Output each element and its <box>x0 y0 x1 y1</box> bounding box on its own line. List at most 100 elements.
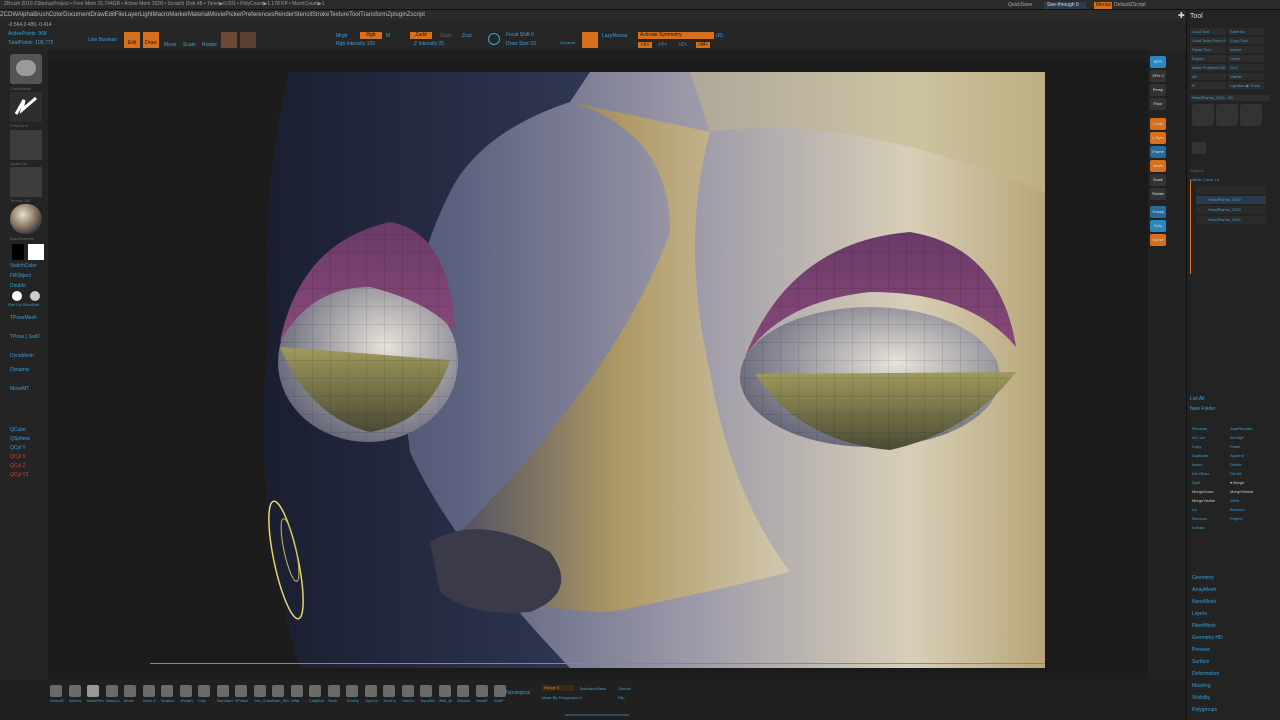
qsphere-button[interactable]: QSphere <box>10 436 30 442</box>
menu-picker[interactable]: Picker <box>225 12 242 18</box>
skin-shade-sphere-icon[interactable] <box>30 291 40 301</box>
menu-edit[interactable]: Edit <box>105 12 115 18</box>
brush-icon-13[interactable] <box>290 685 303 697</box>
tool-action-paste[interactable]: Paste <box>1228 443 1264 450</box>
tpose-mesh-button[interactable]: TPoseMesh <box>10 315 37 321</box>
brush-icon-12[interactable] <box>272 685 284 697</box>
tool-button-import[interactable]: Import <box>1228 46 1264 53</box>
subtool-scrollbar[interactable] <box>1190 180 1191 274</box>
draw-size-slider[interactable]: Draw Size 33 <box>506 41 536 47</box>
zadd-button[interactable]: Zadd <box>410 32 432 39</box>
switch-color-button[interactable]: SwitchColor <box>10 263 37 269</box>
menu-stroke[interactable]: Stroke <box>312 12 329 18</box>
secondary-color-swatch[interactable] <box>12 244 24 260</box>
tool-thumbnail-3[interactable] <box>1240 104 1262 126</box>
menu-stencil[interactable]: Stencil <box>294 12 312 18</box>
qcyl-y-button[interactable]: QCyl Y <box>10 445 26 451</box>
tool-section-geometry[interactable]: Geometry <box>1192 575 1214 581</box>
brush-icon-2[interactable] <box>87 685 99 697</box>
right-shelf-spix-3[interactable]: SPix 3 <box>1150 70 1166 82</box>
menu-color[interactable]: Color <box>49 12 63 18</box>
tool-thumbnail-2[interactable] <box>1216 104 1238 126</box>
menu-movie[interactable]: Movie <box>209 12 225 18</box>
tool-action-mergevisible[interactable]: MergeVisible <box>1190 497 1226 504</box>
tool-action-project[interactable]: Project <box>1228 515 1264 522</box>
tool-action-uv[interactable]: Uv <box>1190 506 1226 513</box>
tool-action-mergesimilar[interactable]: MergeSimilar <box>1228 488 1264 495</box>
brush-icon-3[interactable] <box>105 685 118 697</box>
draw-button[interactable]: Draw <box>143 32 159 48</box>
3d-viewport[interactable] <box>150 72 1045 668</box>
right-shelf-solo[interactable]: Solo <box>1150 220 1166 232</box>
brush-icon-14[interactable] <box>309 685 321 697</box>
symmetry-r-button[interactable]: (R) <box>716 33 723 39</box>
right-shelf-xpose[interactable]: Xpose <box>1150 234 1166 246</box>
tool-section-deformation[interactable]: Deformation <box>1192 671 1219 677</box>
edit-button[interactable]: Edit <box>124 32 140 48</box>
tool-action--merge[interactable]: ▾ Merge <box>1228 479 1264 486</box>
tool-button-goz[interactable]: GoZ <box>1228 64 1264 71</box>
right-shelf-rotate[interactable]: Rotate <box>1150 188 1166 200</box>
stroke-thumbnail[interactable] <box>10 92 42 122</box>
rgb-button[interactable]: Rgb <box>360 32 382 39</box>
qcyl-z-button[interactable]: QCyl Z <box>10 463 26 469</box>
brush-icon-21[interactable] <box>438 685 451 697</box>
tool-action-rename[interactable]: Rename <box>1190 425 1226 432</box>
right-shelf-floor[interactable]: Floor <box>1150 98 1166 110</box>
topological-button[interactable]: Topological <box>505 690 530 696</box>
tpose-subt-button[interactable]: TPose | SubT <box>10 334 40 340</box>
right-shelf-transp[interactable]: Transp <box>1150 206 1166 218</box>
menu-zcdw[interactable]: ZCDW <box>0 12 18 18</box>
m-button[interactable]: M <box>386 33 390 39</box>
tool-action-autoreorder[interactable]: AutoReorder <box>1228 425 1264 432</box>
right-shelf-bpr[interactable]: BPR <box>1150 56 1166 68</box>
menu-preferences[interactable]: Preferences <box>242 12 274 18</box>
tool-button-make-polymesh3d[interactable]: Make PolyMesh3D <box>1190 64 1226 71</box>
brush-icon-1[interactable] <box>68 685 81 697</box>
rgb-intensity-slider[interactable]: Rgb Intensity 100 <box>336 41 375 47</box>
tool-button-load-tools-from-project[interactable]: Load Tools From Project <box>1190 37 1226 44</box>
brush-orange-icon[interactable] <box>582 32 598 48</box>
menu-zscript[interactable]: Zscript <box>407 12 425 18</box>
brush-icon-23[interactable] <box>475 685 488 697</box>
menu-light[interactable]: Light <box>140 12 153 18</box>
scale-button[interactable]: Scale <box>183 42 196 48</box>
brush-icon-8[interactable] <box>198 685 210 697</box>
alpha-thumbnail[interactable] <box>10 130 42 160</box>
color-swatch[interactable] <box>240 32 256 48</box>
tool-button-clone[interactable]: Clone <box>1228 55 1264 62</box>
double-button[interactable]: Double <box>10 283 26 289</box>
brush-icon-6[interactable] <box>161 685 173 697</box>
tool-section-layers[interactable]: Layers <box>1192 611 1207 617</box>
primary-color-swatch[interactable] <box>28 244 44 260</box>
move-mt-button[interactable]: MoveMT <box>10 386 29 392</box>
tool-button-lightbox-tools[interactable]: Lightbox ▶ Tools <box>1228 82 1264 89</box>
tool-section-nanomesh[interactable]: NanoMesh <box>1192 599 1216 605</box>
lazymouse-button[interactable]: LazyMouse <box>602 33 628 39</box>
double-bottom-button[interactable]: Double <box>618 686 631 691</box>
texture-thumbnail[interactable] <box>10 167 42 197</box>
material-sphere-icon[interactable] <box>10 204 42 234</box>
tool-button-copy-tool[interactable]: Copy Tool <box>1228 37 1264 44</box>
brush-icon-20[interactable] <box>420 685 432 697</box>
backface-mask-button[interactable]: BackfaceMask <box>580 686 606 691</box>
tool-action-mergedown[interactable]: MergeDown <box>1190 488 1226 495</box>
zcut-button[interactable]: Zcut <box>462 33 472 39</box>
brush-icon-5[interactable] <box>142 685 155 697</box>
tool-action-all-high[interactable]: All High <box>1228 434 1264 441</box>
menu-brush[interactable]: Brush <box>33 12 49 18</box>
zsub-button[interactable]: Zsub <box>440 33 451 39</box>
right-shelf-persp[interactable]: Persp <box>1150 84 1166 96</box>
tool-section-visibility[interactable]: Visibility <box>1192 695 1210 701</box>
tool-button-paste-tool[interactable]: Paste Tool <box>1190 46 1226 53</box>
subtool-item[interactable]: HeadPlanes_2019 <box>1196 196 1266 204</box>
spotlight-icon[interactable] <box>488 33 500 45</box>
tool-section-arraymesh[interactable]: ArrayMesh <box>1192 587 1216 593</box>
range-slider[interactable]: Range 5 <box>542 685 574 691</box>
tool-section-preview[interactable]: Preview <box>1192 647 1210 653</box>
menu-texture[interactable]: Texture <box>329 12 349 18</box>
tool-action-extract[interactable]: Extract <box>1190 524 1226 531</box>
menu-transform[interactable]: Transform <box>360 12 387 18</box>
subtool-item[interactable]: HeadPlanes_2021 <box>1196 216 1266 224</box>
tool-button-all[interactable]: All <box>1190 73 1226 80</box>
